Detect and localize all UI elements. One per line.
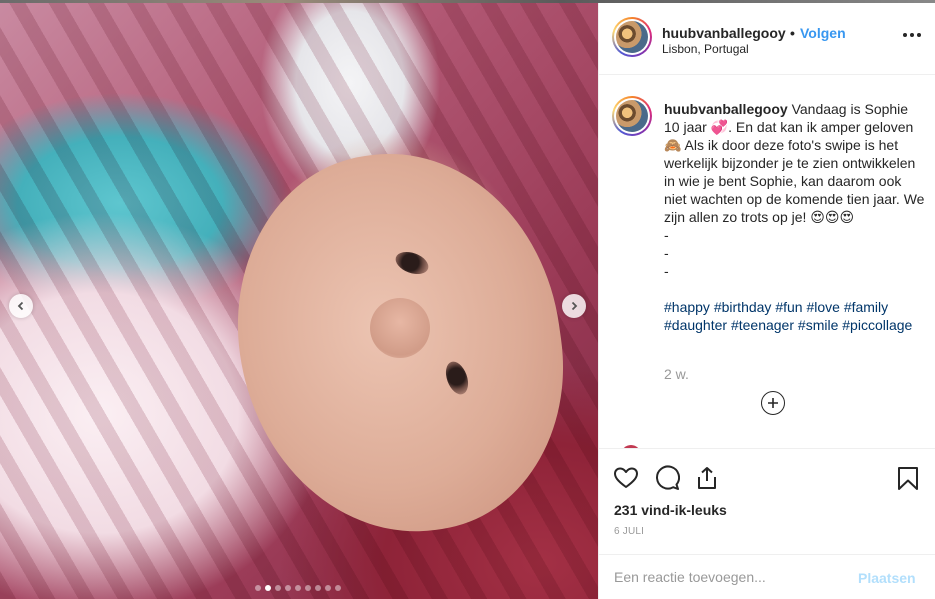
follow-separator: • — [790, 25, 795, 41]
add-comment-bar: Plaatsen — [599, 554, 935, 599]
carousel-dot — [315, 585, 321, 591]
load-more-comments-button[interactable] — [761, 391, 785, 415]
plus-icon — [768, 398, 778, 408]
bookmark-icon — [898, 467, 918, 490]
post-header: huubvanballegooy • Volgen Lisbon, Portug… — [599, 3, 935, 75]
carousel-dot — [275, 585, 281, 591]
carousel-dot — [335, 585, 341, 591]
carousel-prev-button[interactable] — [9, 294, 33, 318]
post-location[interactable]: Lisbon, Portugal — [662, 42, 749, 56]
comments-area: huubvanballegooy Vandaag is Sophie 10 ja… — [599, 75, 935, 448]
hashtag-link[interactable]: #family — [844, 299, 888, 315]
carousel-indicator — [255, 585, 341, 591]
comment-button[interactable] — [654, 465, 681, 491]
share-icon — [698, 467, 716, 489]
hashtag-link[interactable]: #smile — [798, 317, 838, 333]
post-side-panel: huubvanballegooy • Volgen Lisbon, Portug… — [598, 3, 935, 599]
carousel-dot — [255, 585, 261, 591]
post-actions: 231 vind-ik-leuks 6 JULI — [599, 448, 935, 537]
caption-text: Vandaag is Sophie 10 jaar 💞. En dat kan … — [664, 101, 925, 279]
chevron-right-icon — [571, 301, 578, 311]
comment-bubble-icon — [656, 465, 681, 490]
hashtag-link[interactable]: #happy — [664, 299, 710, 315]
share-button[interactable] — [694, 465, 720, 491]
chevron-left-icon — [17, 301, 24, 311]
photo-baby-nose — [370, 298, 430, 358]
post-photo[interactable] — [0, 3, 598, 599]
save-button[interactable] — [895, 465, 921, 491]
hashtag-link[interactable]: #birthday — [714, 299, 772, 315]
carousel-dot — [305, 585, 311, 591]
hashtag-link[interactable]: #love — [806, 299, 839, 315]
avatar[interactable] — [612, 17, 652, 57]
hashtag-link[interactable]: #daughter — [664, 317, 727, 333]
comment-input[interactable] — [614, 567, 844, 587]
hashtag-link[interactable]: #fun — [775, 299, 802, 315]
carousel-next-button[interactable] — [562, 294, 586, 318]
post-age[interactable]: 2 w. — [664, 366, 689, 382]
carousel-dot — [285, 585, 291, 591]
post-comment-button[interactable]: Plaatsen — [858, 570, 916, 586]
carousel-dot — [295, 585, 301, 591]
author-username[interactable]: huubvanballegooy — [662, 25, 786, 41]
heart-icon — [614, 467, 638, 488]
hashtag-list: #happy #birthday #fun #love #family #dau… — [664, 298, 926, 334]
follow-button[interactable]: Volgen — [800, 25, 846, 41]
post-date[interactable]: 6 JULI — [614, 526, 644, 537]
carousel-dot — [265, 585, 271, 591]
hashtag-link[interactable]: #piccollage — [842, 317, 912, 333]
like-button[interactable] — [613, 465, 639, 491]
post-caption: huubvanballegooy Vandaag is Sophie 10 ja… — [664, 100, 926, 280]
caption-avatar[interactable] — [612, 96, 652, 136]
carousel-dot — [325, 585, 331, 591]
likes-count[interactable]: 231 vind-ik-leuks — [614, 502, 727, 518]
hashtag-link[interactable]: #teenager — [731, 317, 794, 333]
more-options-icon[interactable] — [899, 29, 925, 41]
caption-username[interactable]: huubvanballegooy — [664, 101, 788, 117]
